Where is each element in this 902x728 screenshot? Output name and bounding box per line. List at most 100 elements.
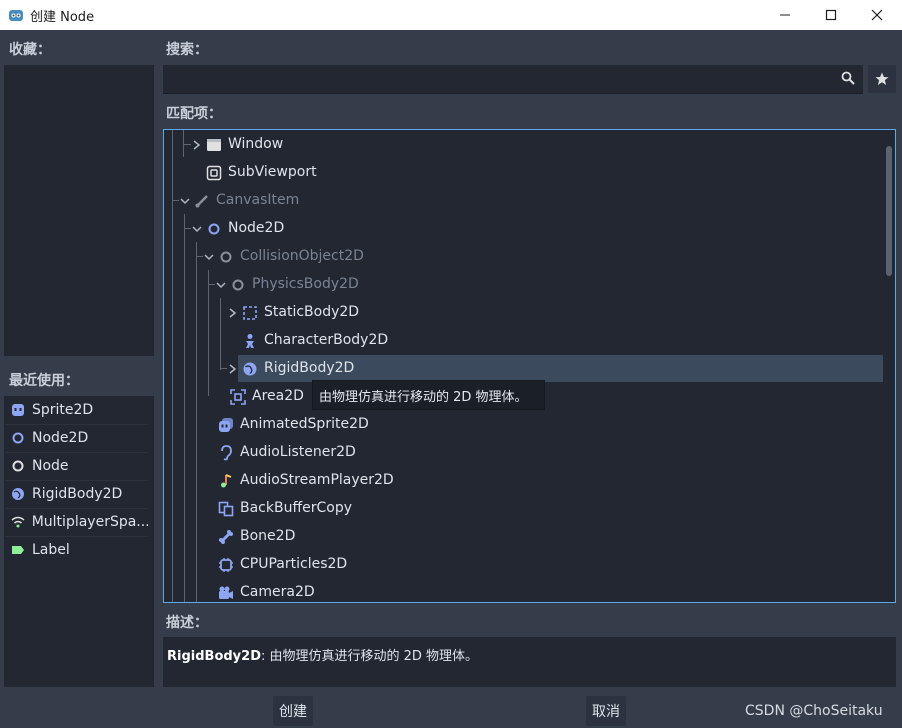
create-button[interactable]: 创建 xyxy=(273,696,313,726)
tree-item-physicsbody2d[interactable]: PhysicsBody2D xyxy=(164,271,884,299)
collisionobject-circle-icon xyxy=(220,251,232,263)
window-title: 创建 Node xyxy=(30,10,95,25)
tree-item-rigidbody2d[interactable]: RigidBody2D xyxy=(164,355,884,383)
recent-item-label: Node2D xyxy=(32,430,89,446)
node-circle-icon xyxy=(8,456,28,476)
tree-item-backbuffercopy[interactable]: BackBufferCopy xyxy=(164,495,884,523)
chevron-right-icon[interactable] xyxy=(192,139,202,151)
label-tag-icon xyxy=(8,540,28,560)
camera-icon xyxy=(219,586,233,599)
tree-item-label: Area2D xyxy=(252,388,304,404)
recent-item-label: Sprite2D xyxy=(32,402,94,418)
multiplayer-wifi-icon xyxy=(8,512,28,532)
favorites-label: 收藏： xyxy=(9,42,51,58)
tree-item-label: AudioListener2D xyxy=(240,444,356,460)
tree-item-label: SubViewport xyxy=(228,164,317,180)
tree-item-node2d[interactable]: Node2D xyxy=(164,215,884,243)
subviewport-icon xyxy=(206,165,222,181)
recent-item-rigidbody2d[interactable]: RigidBody2D xyxy=(6,480,148,509)
recent-item-label: RigidBody2D xyxy=(32,486,123,502)
tree-item-canvasitem[interactable]: CanvasItem xyxy=(164,187,884,215)
chevron-down-icon[interactable] xyxy=(180,195,190,207)
node2d-circle-icon xyxy=(208,223,220,235)
tree-item-label: AnimatedSprite2D xyxy=(240,416,369,432)
sprite-icon xyxy=(8,400,28,420)
recent-item-label: Node xyxy=(32,458,69,474)
audiostreamplayer-note-icon xyxy=(221,474,232,488)
search-icon xyxy=(841,71,855,89)
node2d-circle-icon xyxy=(8,428,28,448)
close-icon xyxy=(871,9,883,21)
tree-item-label: CanvasItem xyxy=(216,192,300,208)
tree-item-animatedsprite2d[interactable]: AnimatedSprite2D xyxy=(164,411,884,439)
backbuffercopy-icon xyxy=(218,501,234,517)
rigidbody-globe-icon xyxy=(243,362,257,376)
star-icon xyxy=(875,72,889,85)
tree-item-collisionobject2d[interactable]: CollisionObject2D xyxy=(164,243,884,271)
tree-item-label: CPUParticles2D xyxy=(240,556,348,572)
tree-item-label: AudioStreamPlayer2D xyxy=(240,472,394,488)
tree-item-label: BackBufferCopy xyxy=(240,500,352,516)
recent-list[interactable]: Sprite2D Node2D Node RigidBody2D Multipl… xyxy=(4,396,154,687)
godot-app-icon xyxy=(8,7,24,23)
physicsbody-circle-icon xyxy=(232,279,244,291)
recent-item-node2d[interactable]: Node2D xyxy=(6,424,148,453)
title-bar: 创建 Node xyxy=(0,0,902,30)
close-button[interactable] xyxy=(854,0,900,30)
description-text: RigidBody2D: 由物理仿真进行移动的 2D 物理体。 xyxy=(167,645,478,664)
tree-item-audiolistener2d[interactable]: AudioListener2D xyxy=(164,439,884,467)
chevron-down-icon[interactable] xyxy=(216,279,226,291)
recent-item-label: MultiplayerSpa... xyxy=(31,514,148,530)
animatedsprite-icon xyxy=(219,418,233,432)
matches-tree[interactable]: Window SubViewport CanvasItem Node2D Col… xyxy=(163,129,896,603)
scrollbar-thumb[interactable] xyxy=(886,146,892,276)
tree-item-subviewport[interactable]: SubViewport xyxy=(164,159,884,187)
cancel-button[interactable]: 取消 xyxy=(586,696,626,726)
maximize-button[interactable] xyxy=(808,0,854,30)
tree-item-window[interactable]: Window xyxy=(164,131,884,159)
tree-item-camera2d[interactable]: Camera2D xyxy=(164,579,884,602)
description-panel: RigidBody2D: 由物理仿真进行移动的 2D 物理体。 xyxy=(163,637,896,687)
rigidbody-globe-icon xyxy=(8,484,28,504)
recent-label: 最近使用： xyxy=(9,373,79,389)
description-node-name: RigidBody2D xyxy=(167,649,261,664)
chevron-right-icon[interactable] xyxy=(228,363,238,375)
tree-item-label: Node2D xyxy=(228,220,285,236)
search-box[interactable] xyxy=(163,65,863,94)
tree-item-staticbody2d[interactable]: StaticBody2D xyxy=(164,299,884,327)
favorites-list[interactable] xyxy=(4,65,154,356)
matches-label: 匹配项： xyxy=(166,106,222,122)
search-input[interactable] xyxy=(169,69,833,91)
tree-item-characterbody2d[interactable]: CharacterBody2D xyxy=(164,327,884,355)
tree-item-label: RigidBody2D xyxy=(264,360,355,376)
tree-scrollbar[interactable] xyxy=(886,131,894,599)
recent-item-node[interactable]: Node xyxy=(6,452,148,481)
tree-item-label: StaticBody2D xyxy=(264,304,360,320)
tree-item-audiostreamplayer2d[interactable]: AudioStreamPlayer2D xyxy=(164,467,884,495)
recent-item-sprite2d[interactable]: Sprite2D xyxy=(6,396,148,425)
canvasitem-brush-icon xyxy=(195,195,208,208)
recent-item-label-node[interactable]: Label xyxy=(6,536,148,564)
description-body: : 由物理仿真进行移动的 2D 物理体。 xyxy=(261,649,479,664)
recent-item-label: Label xyxy=(32,542,70,558)
search-label: 搜索： xyxy=(166,42,208,58)
recent-item-multiplayer[interactable]: MultiplayerSpa... xyxy=(6,508,148,537)
tooltip: 由物理仿真进行移动的 2D 物理体。 xyxy=(312,380,545,410)
tree-item-cpuparticles2d[interactable]: CPUParticles2D xyxy=(164,551,884,579)
minimize-button[interactable] xyxy=(762,0,808,30)
watermark: CSDN @ChoSeitaku xyxy=(745,703,883,719)
tree-item-label: CollisionObject2D xyxy=(240,248,364,264)
chevron-right-icon[interactable] xyxy=(228,307,238,319)
characterbody-icon xyxy=(246,334,254,348)
tree-item-bone2d[interactable]: Bone2D xyxy=(164,523,884,551)
favorite-toggle-button[interactable] xyxy=(868,65,896,93)
chevron-down-icon[interactable] xyxy=(192,223,202,235)
chevron-down-icon[interactable] xyxy=(204,251,214,263)
staticbody-icon xyxy=(243,306,257,320)
tree-item-label: PhysicsBody2D xyxy=(252,276,359,292)
maximize-icon xyxy=(825,9,837,21)
tree-item-label: CharacterBody2D xyxy=(264,332,389,348)
tree-item-label: Window xyxy=(228,136,284,152)
tree-item-label: Camera2D xyxy=(240,584,315,600)
window-icon xyxy=(207,139,221,151)
